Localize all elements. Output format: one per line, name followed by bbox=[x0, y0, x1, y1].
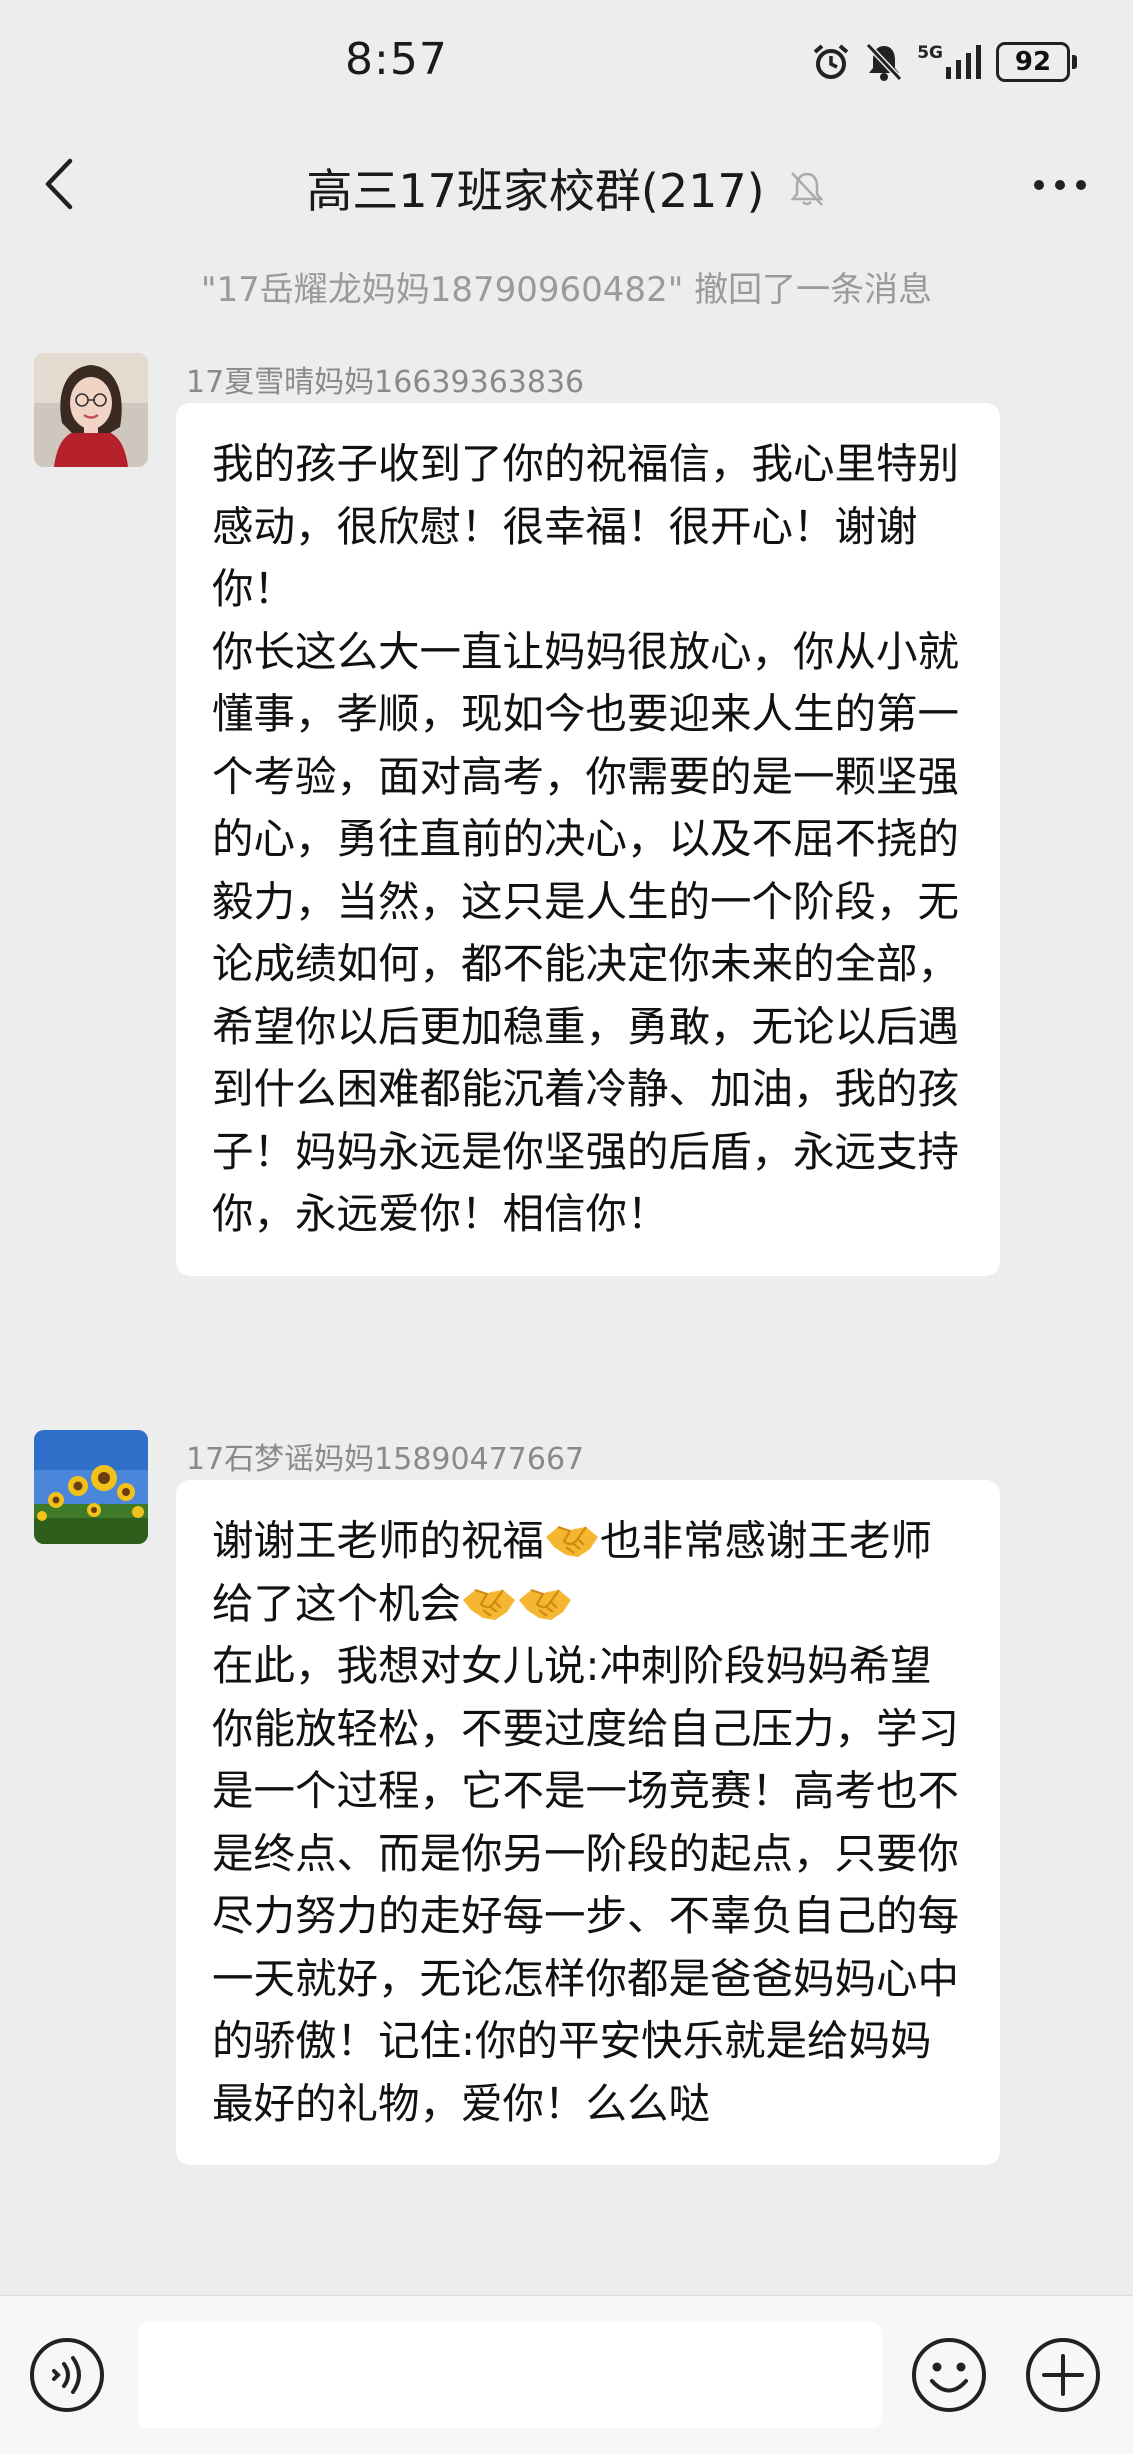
alarm-icon bbox=[813, 44, 849, 79]
status-time: 8:57 bbox=[345, 34, 448, 85]
message-item: 17夏雪晴妈妈16639363836 我的孩子收到了你的祝福信，我心里特别感动，… bbox=[34, 353, 1094, 1403]
sunflower-avatar-icon bbox=[34, 1430, 148, 1544]
chat-title: 高三17班家校群(217) bbox=[306, 164, 765, 218]
handshake-icon bbox=[546, 1525, 599, 1557]
avatar[interactable] bbox=[34, 1430, 148, 1544]
message-input[interactable] bbox=[138, 2322, 882, 2428]
muted-bell-icon bbox=[790, 172, 824, 206]
battery-tip bbox=[1072, 55, 1077, 69]
battery-level: 92 bbox=[996, 42, 1070, 82]
input-bar bbox=[0, 2295, 1133, 2454]
woman-portrait-avatar-icon bbox=[34, 353, 148, 467]
more-options-icon[interactable] bbox=[1031, 165, 1089, 205]
handshake-icon bbox=[463, 1588, 516, 1620]
handshake-icon bbox=[519, 1588, 572, 1620]
chat-header: 高三17班家校群(217) bbox=[0, 125, 1133, 243]
status-bar: 8:57 5G 92 bbox=[0, 0, 1133, 125]
network-type: 5G bbox=[917, 43, 943, 63]
voice-input-icon[interactable] bbox=[28, 2336, 106, 2414]
sender-name: 17石梦谣妈妈15890477667 bbox=[186, 1442, 585, 1477]
signal-indicator: 5G bbox=[917, 45, 982, 79]
emoji-icon[interactable] bbox=[910, 2336, 988, 2414]
message-item: 17石梦谣妈妈15890477667 谢谢王老师的祝福 也非常感谢王老师给了这个… bbox=[34, 1430, 1094, 2290]
signal-bars-icon bbox=[946, 45, 981, 79]
battery-indicator: 92 bbox=[996, 42, 1077, 82]
recall-notice: "17岳耀龙妈妈18790960482" 撤回了一条消息 bbox=[200, 270, 933, 310]
message-text-part: 在此，我想对女儿说:冲刺阶段妈妈希望你能放轻松，不要过度给自己压力，学习是一个过… bbox=[212, 1641, 960, 2128]
message-text-part: 谢谢王老师的祝福 bbox=[212, 1516, 545, 1565]
status-icons: 5G 92 bbox=[811, 40, 1077, 84]
avatar[interactable] bbox=[34, 353, 148, 467]
sender-name: 17夏雪晴妈妈16639363836 bbox=[186, 365, 585, 400]
chat-title-group: 高三17班家校群(217) bbox=[0, 155, 1133, 221]
message-bubble[interactable]: 谢谢王老师的祝福 也非常感谢王老师给了这个机会 在此，我想对女儿说:冲刺阶段妈妈… bbox=[176, 1480, 1000, 2165]
silent-bell-icon bbox=[866, 42, 903, 82]
message-bubble[interactable]: 我的孩子收到了你的祝福信，我心里特别感动，很欣慰！很幸福！很开心！谢谢你！ 你长… bbox=[176, 403, 1000, 1276]
plus-icon[interactable] bbox=[1024, 2336, 1102, 2414]
